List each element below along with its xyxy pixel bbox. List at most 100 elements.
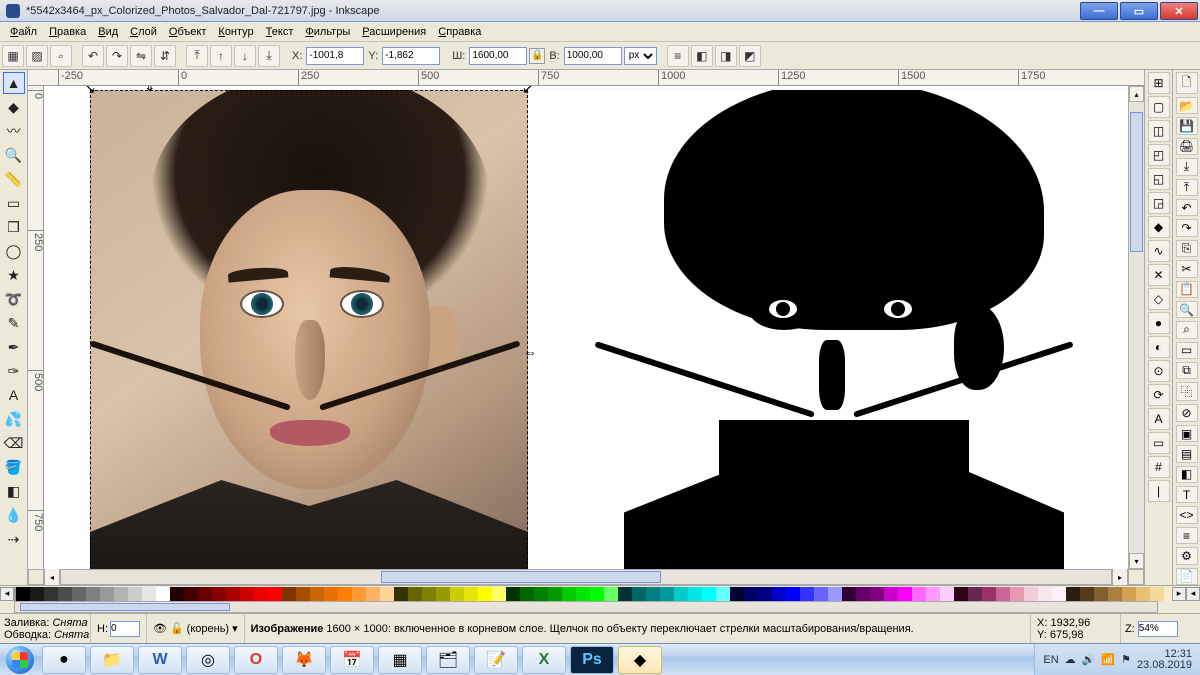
swatch[interactable] [114, 587, 128, 601]
snap-midpoint[interactable]: ◐ [1148, 336, 1170, 358]
layer-dropdown-icon[interactable]: ▾ [232, 622, 238, 635]
scale-handle-ne[interactable]: ↙ [522, 86, 534, 94]
3dbox-tool[interactable]: ❒ [3, 216, 25, 238]
task-firefox[interactable]: 🦊 [282, 646, 326, 674]
swatch[interactable] [58, 587, 72, 601]
canvas[interactable]: ↘ ⇕ ↙ ⇔ [44, 86, 1128, 569]
snap-guide[interactable]: | [1148, 480, 1170, 502]
swatch[interactable] [1024, 587, 1038, 601]
snap-toggle[interactable]: ⊞ [1148, 72, 1170, 94]
zoom-page-btn[interactable]: ▭ [1176, 342, 1198, 359]
align-btn[interactable]: ≡ [1176, 527, 1198, 544]
clone-btn[interactable]: ⿻ [1176, 382, 1198, 401]
xml-btn[interactable]: <> [1176, 506, 1198, 523]
swatch[interactable] [380, 587, 394, 601]
task-calendar[interactable]: 📅 [330, 646, 374, 674]
swatch[interactable] [660, 587, 674, 601]
swatch[interactable] [758, 587, 772, 601]
tweak-tool[interactable]: 〰 [3, 120, 25, 142]
swatch[interactable] [492, 587, 506, 601]
menu-вид[interactable]: Вид [92, 24, 124, 40]
new-doc-btn[interactable]: 🗋 [1176, 72, 1198, 94]
swatch[interactable] [716, 587, 730, 601]
swatch[interactable] [478, 587, 492, 601]
scale-handle-n[interactable]: ⇕ [144, 86, 156, 92]
affect-gradient-btn[interactable]: ◨ [715, 45, 737, 67]
tray-flag-icon[interactable]: ⚑ [1121, 653, 1131, 666]
swatch[interactable] [912, 587, 926, 601]
swatch[interactable] [324, 587, 338, 601]
snap-bbox[interactable]: ▢ [1148, 96, 1170, 118]
menu-расширения[interactable]: Расширения [356, 24, 432, 40]
group-btn[interactable]: ▣ [1176, 425, 1198, 442]
menu-правка[interactable]: Правка [43, 24, 92, 40]
tray-network-icon[interactable]: 📶 [1101, 653, 1115, 666]
scroll-down-btn[interactable]: ▾ [1129, 553, 1144, 569]
start-button[interactable] [0, 644, 40, 675]
paste-btn[interactable]: 📋 [1176, 281, 1198, 298]
snap-smooth[interactable]: ● [1148, 312, 1170, 334]
task-folder[interactable]: 🗂 [426, 646, 470, 674]
snap-cusp[interactable]: ◇ [1148, 288, 1170, 310]
tray-cloud-icon[interactable]: ☁ [1065, 653, 1076, 666]
eraser-tool[interactable]: ⌫ [3, 432, 25, 454]
rotate-ccw-btn[interactable]: ↶ [82, 45, 104, 67]
layer-visibility-icon[interactable]: 👁 [153, 622, 167, 635]
swatch[interactable] [506, 587, 520, 601]
flip-v-btn[interactable]: ⇵ [154, 45, 176, 67]
ellipse-tool[interactable]: ◯ [3, 240, 25, 262]
task-word[interactable]: W [138, 646, 182, 674]
swatch[interactable] [226, 587, 240, 601]
layer-lock-icon[interactable]: 🔓 [170, 622, 184, 635]
spiral-tool[interactable]: ➰ [3, 288, 25, 310]
swatch[interactable] [16, 587, 30, 601]
swatch[interactable] [604, 587, 618, 601]
snap-bbox-edge[interactable]: ◫ [1148, 120, 1170, 142]
rotate-cw-btn[interactable]: ↷ [106, 45, 128, 67]
close-button[interactable]: ✕ [1160, 2, 1198, 20]
unlink-btn[interactable]: ⊘ [1176, 404, 1198, 421]
palette-left-btn[interactable]: ◂ [0, 587, 14, 601]
swatch[interactable] [982, 587, 996, 601]
swatch[interactable] [926, 587, 940, 601]
undo-btn[interactable]: ↶ [1176, 199, 1198, 216]
swatch[interactable] [1010, 587, 1024, 601]
swatch[interactable] [534, 587, 548, 601]
lower-bottom-btn[interactable]: ⤓ [258, 45, 280, 67]
palette-scrollbar[interactable] [14, 601, 1158, 613]
swatch[interactable] [1094, 587, 1108, 601]
tray-volume-icon[interactable]: 🔊 [1082, 653, 1096, 666]
duplicate-btn[interactable]: ⧉ [1176, 362, 1198, 379]
swatch[interactable] [814, 587, 828, 601]
swatch[interactable] [590, 587, 604, 601]
scroll-thumb-h[interactable] [381, 571, 661, 583]
text-dialog-btn[interactable]: T [1176, 486, 1198, 503]
dropper-tool[interactable]: 💧 [3, 504, 25, 526]
swatch[interactable] [562, 587, 576, 601]
swatch[interactable] [996, 587, 1010, 601]
swatch[interactable] [394, 587, 408, 601]
menu-файл[interactable]: Файл [4, 24, 43, 40]
x-input[interactable] [306, 47, 364, 65]
snap-text[interactable]: A [1148, 408, 1170, 430]
palette-scroll-thumb[interactable] [20, 603, 230, 611]
task-chrome[interactable]: ◎ [186, 646, 230, 674]
fill-stroke-btn[interactable]: ◧ [1176, 466, 1198, 483]
snap-intersection[interactable]: ✕ [1148, 264, 1170, 286]
export-btn[interactable]: ⤒ [1176, 179, 1198, 196]
swatch[interactable] [702, 587, 716, 601]
swatch[interactable] [170, 587, 184, 601]
scale-handle-e[interactable]: ⇔ [523, 346, 535, 358]
zoom-tool[interactable]: 🔍 [3, 144, 25, 166]
swatch[interactable] [240, 587, 254, 601]
task-inkscape[interactable]: ◆ [618, 646, 662, 674]
minimize-button[interactable]: — [1080, 2, 1118, 20]
swatch[interactable] [730, 587, 744, 601]
menu-фильтры[interactable]: Фильтры [299, 24, 356, 40]
swatch[interactable] [800, 587, 814, 601]
swatch[interactable] [618, 587, 632, 601]
snap-center[interactable]: ⊙ [1148, 360, 1170, 382]
swatch[interactable] [408, 587, 422, 601]
swatch[interactable] [282, 587, 296, 601]
swatch[interactable] [450, 587, 464, 601]
